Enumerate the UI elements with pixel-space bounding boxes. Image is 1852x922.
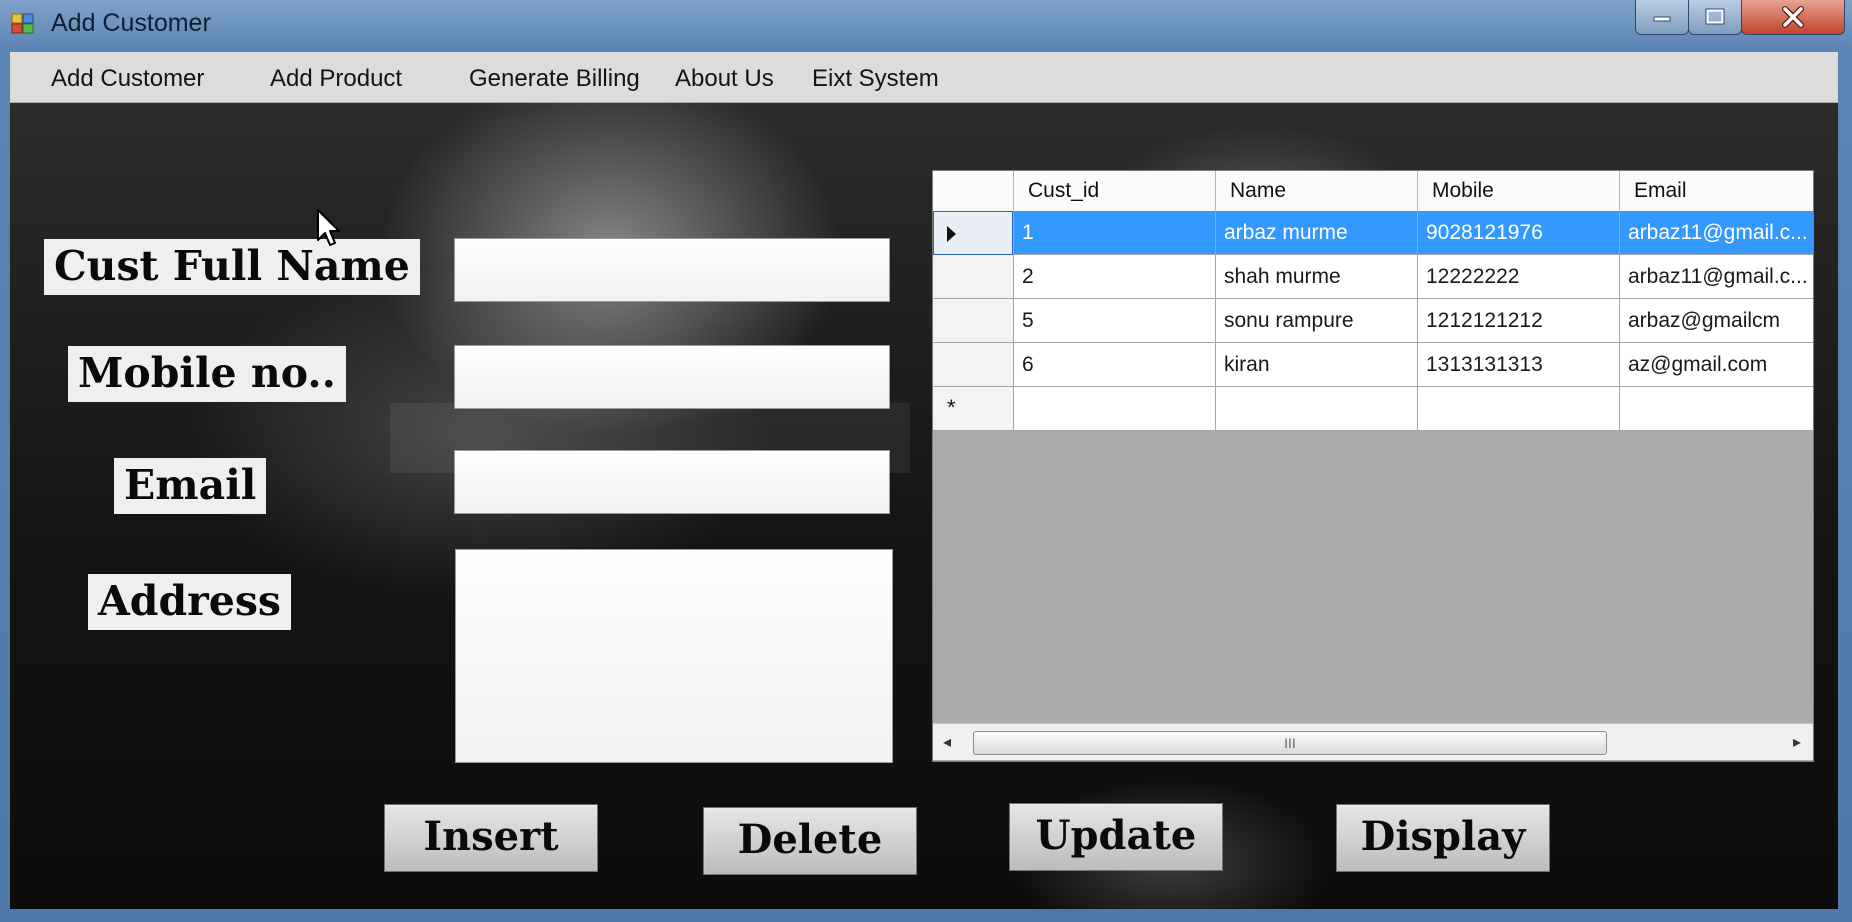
- update-button[interactable]: Update: [1009, 803, 1223, 871]
- row-header[interactable]: [933, 211, 1013, 255]
- scrollbar-grip: III: [1284, 735, 1296, 751]
- menu-item-exit-system[interactable]: Eixt System: [812, 65, 939, 93]
- menu-bar: Add Customer Add Product Generate Billin…: [10, 52, 1838, 103]
- row-header[interactable]: [933, 299, 1013, 343]
- cell-name[interactable]: [1215, 387, 1417, 431]
- grid-header: Cust_id Name Mobile Email: [933, 171, 1813, 212]
- delete-button[interactable]: Delete: [703, 807, 917, 875]
- full-name-label: Cust Full Name: [44, 239, 420, 295]
- cell-name[interactable]: sonu rampure: [1215, 299, 1417, 343]
- scrollbar-thumb[interactable]: III: [973, 731, 1607, 755]
- new-row[interactable]: *: [933, 387, 1813, 431]
- cell-mobile[interactable]: 1212121212: [1417, 299, 1619, 343]
- window-title: Add Customer: [51, 9, 211, 37]
- cell-email[interactable]: arbaz@gmailcm: [1619, 299, 1813, 343]
- menu-item-add-product[interactable]: Add Product: [270, 65, 402, 93]
- row-header[interactable]: *: [933, 387, 1013, 431]
- app-icon: [11, 13, 34, 34]
- application-window: Add Customer Add Customer Add Product Ge…: [0, 0, 1852, 922]
- address-label: Address: [88, 574, 291, 630]
- close-icon: [1782, 6, 1804, 28]
- cell-cust-id[interactable]: 6: [1013, 343, 1215, 387]
- customer-grid[interactable]: Cust_id Name Mobile Email 1 arbaz murme …: [932, 170, 1814, 762]
- column-header-name[interactable]: Name: [1215, 171, 1417, 211]
- cell-email[interactable]: arbaz11@gmail.c...: [1619, 255, 1813, 299]
- horizontal-scrollbar[interactable]: ◂ III ▸: [933, 723, 1813, 760]
- cell-email[interactable]: arbaz11@gmail.c...: [1619, 211, 1813, 255]
- cell-email[interactable]: [1619, 387, 1813, 431]
- cell-cust-id[interactable]: 5: [1013, 299, 1215, 343]
- cell-mobile[interactable]: 9028121976: [1417, 211, 1619, 255]
- table-row[interactable]: 6 kiran 1313131313 az@gmail.com: [933, 343, 1813, 387]
- menu-item-about-us[interactable]: About Us: [675, 65, 774, 93]
- cell-cust-id[interactable]: 1: [1013, 211, 1215, 255]
- row-header[interactable]: [933, 343, 1013, 387]
- scroll-right-icon[interactable]: ▸: [1793, 732, 1801, 752]
- display-button[interactable]: Display: [1336, 804, 1550, 872]
- cell-email[interactable]: az@gmail.com: [1619, 343, 1813, 387]
- current-row-arrow-icon: [947, 226, 956, 242]
- minimize-button[interactable]: [1635, 0, 1689, 35]
- insert-button[interactable]: Insert: [384, 804, 598, 872]
- menu-item-add-customer[interactable]: Add Customer: [51, 65, 204, 93]
- row-header[interactable]: [933, 255, 1013, 299]
- cell-name[interactable]: kiran: [1215, 343, 1417, 387]
- email-label: Email: [114, 458, 267, 514]
- cell-name[interactable]: arbaz murme: [1215, 211, 1417, 255]
- cell-name[interactable]: shah murme: [1215, 255, 1417, 299]
- email-input[interactable]: [454, 450, 890, 514]
- form-client-area: Cust Full Name Mobile no.. Email Address…: [10, 103, 1838, 909]
- table-row[interactable]: 5 sonu rampure 1212121212 arbaz@gmailcm: [933, 299, 1813, 343]
- address-textarea[interactable]: [455, 549, 893, 763]
- column-header-mobile[interactable]: Mobile: [1417, 171, 1619, 211]
- cell-mobile[interactable]: [1417, 387, 1619, 431]
- table-row[interactable]: 2 shah murme 12222222 arbaz11@gmail.c...: [933, 255, 1813, 299]
- column-header-cust-id[interactable]: Cust_id: [1013, 171, 1215, 211]
- new-row-marker: *: [947, 395, 956, 420]
- cell-mobile[interactable]: 1313131313: [1417, 343, 1619, 387]
- maximize-button[interactable]: [1688, 0, 1742, 35]
- column-header-email[interactable]: Email: [1619, 171, 1813, 211]
- mouse-cursor-icon: [317, 209, 340, 246]
- minimize-icon: [1653, 16, 1671, 22]
- title-bar[interactable]: Add Customer: [0, 0, 1852, 50]
- close-button[interactable]: [1741, 0, 1845, 35]
- mobile-label: Mobile no..: [68, 346, 346, 402]
- table-row[interactable]: 1 arbaz murme 9028121976 arbaz11@gmail.c…: [933, 211, 1813, 255]
- maximize-icon: [1705, 8, 1725, 25]
- menu-item-generate-billing[interactable]: Generate Billing: [469, 65, 640, 93]
- scroll-left-icon[interactable]: ◂: [943, 732, 951, 752]
- cell-mobile[interactable]: 12222222: [1417, 255, 1619, 299]
- cell-cust-id[interactable]: [1013, 387, 1215, 431]
- grid-corner-header: [933, 171, 1013, 211]
- mobile-input[interactable]: [454, 345, 890, 409]
- full-name-input[interactable]: [454, 238, 890, 302]
- cell-cust-id[interactable]: 2: [1013, 255, 1215, 299]
